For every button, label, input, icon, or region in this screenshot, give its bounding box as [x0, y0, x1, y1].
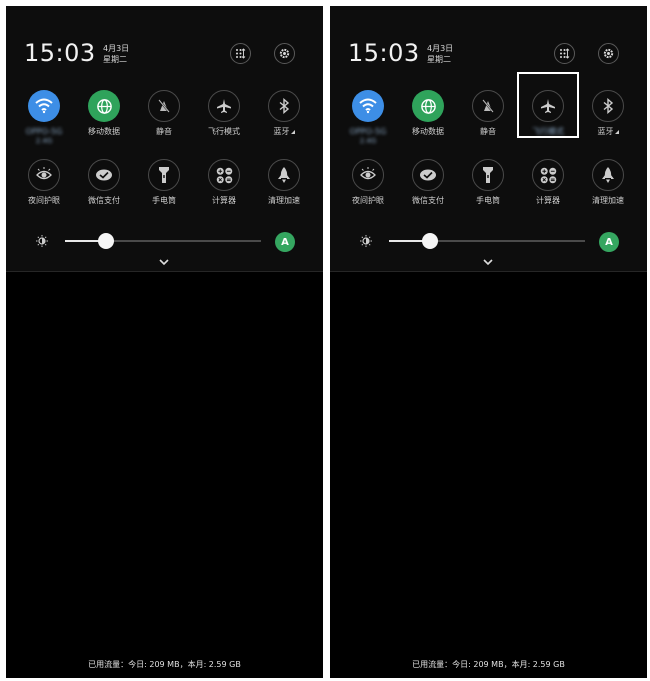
clock-time: 15:03 [24, 39, 96, 67]
wechat-pay-icon [96, 169, 112, 181]
tile-label-wifi: OPPO-5G [25, 127, 63, 136]
tile-wechat-pay[interactable]: 微信支付 [402, 159, 454, 206]
tile-sublabel-wifi: 2.4G [359, 137, 377, 145]
mute-icon [482, 99, 494, 113]
bluetooth-icon [279, 98, 290, 114]
tile-bluetooth[interactable]: 蓝牙 [258, 90, 310, 137]
date-text: 4月3日 [427, 44, 454, 53]
rocket-icon [602, 167, 614, 183]
tile-sublabel-wifi: 2.4G [35, 137, 53, 145]
brightness-slider[interactable] [65, 233, 261, 249]
tile-label-airplane-mode: 飞行模式 [208, 127, 240, 136]
chevron-down-icon[interactable] [482, 258, 494, 266]
tile-cleanup[interactable]: 清理加速 [258, 159, 310, 206]
tile-bluetooth[interactable]: 蓝牙 [582, 90, 634, 137]
tile-label-cleanup: 清理加速 [268, 196, 300, 205]
gear-icon [279, 48, 290, 59]
tile-flashlight[interactable]: 手电筒 [138, 159, 190, 206]
brightness-icon [36, 235, 48, 247]
clock-time: 15:03 [348, 39, 420, 67]
brightness-slider-thumb[interactable] [98, 233, 115, 249]
date-text: 4月3日 [103, 44, 130, 53]
notification-shade: 15:03 4月3日 星期二 OPPO-5G 2.4G 移动数据 静音 飞行模式… [6, 6, 323, 272]
tile-mute[interactable]: 静音 [138, 90, 190, 137]
tile-label-wechat-pay: 微信支付 [88, 196, 120, 205]
tile-label-calculator: 计算器 [212, 196, 236, 205]
tile-label-mute: 静音 [156, 127, 172, 136]
tile-label-night-eye: 夜间护眼 [28, 196, 60, 205]
tile-label-mobile-data: 移动数据 [88, 127, 120, 136]
tile-mute[interactable]: 静音 [462, 90, 514, 137]
auto-brightness-button[interactable]: A [599, 232, 619, 252]
notification-shade: 15:03 4月3日 星期二 OPPO-5G 2.4G 移动数据 静音 飞行模式… [330, 6, 647, 272]
settings-button[interactable] [274, 43, 295, 64]
phone-screenshot-right: 15:03 4月3日 星期二 OPPO-5G 2.4G 移动数据 静音 飞行模式… [330, 6, 647, 678]
wifi-icon [359, 98, 377, 114]
date-block: 4月3日 星期二 [427, 43, 453, 65]
grid-edit-icon [236, 48, 246, 59]
tile-wifi[interactable]: OPPO-5G 2.4G [342, 90, 394, 146]
wifi-icon [35, 98, 53, 114]
tile-cleanup[interactable]: 清理加速 [582, 159, 634, 206]
tile-night-eye[interactable]: 夜间护眼 [18, 159, 70, 206]
tile-label-mobile-data: 移动数据 [412, 127, 444, 136]
tile-flashlight[interactable]: 手电筒 [462, 159, 514, 206]
tile-wechat-pay[interactable]: 微信支付 [78, 159, 130, 206]
rocket-icon [278, 167, 290, 183]
phone-screenshot-left: 15:03 4月3日 星期二 OPPO-5G 2.4G 移动数据 静音 飞行模式… [6, 6, 323, 678]
globe-icon [96, 98, 112, 114]
tile-label-flashlight: 手电筒 [476, 196, 500, 205]
brightness-slider[interactable] [389, 233, 585, 249]
brightness-slider-thumb[interactable] [422, 233, 439, 249]
tile-calculator[interactable]: 计算器 [522, 159, 574, 206]
mute-icon [158, 99, 170, 113]
flashlight-icon [483, 167, 493, 183]
tile-label-mute: 静音 [480, 127, 496, 136]
tile-label-cleanup: 清理加速 [592, 196, 624, 205]
edit-tiles-button[interactable] [554, 43, 575, 64]
date-block: 4月3日 星期二 [103, 43, 129, 65]
brightness-icon [360, 235, 372, 247]
tile-label-wifi: OPPO-5G [349, 127, 387, 136]
chevron-down-icon[interactable] [158, 258, 170, 266]
flashlight-icon [159, 167, 169, 183]
data-usage-footer: 已用流量：今日: 209 MB，本月: 2.59 GB [88, 660, 241, 669]
tile-mobile-data[interactable]: 移动数据 [78, 90, 130, 137]
airplane-mode-highlight-box [517, 72, 579, 138]
weekday-text: 星期二 [103, 55, 127, 64]
tile-mobile-data[interactable]: 移动数据 [402, 90, 454, 137]
tile-calculator[interactable]: 计算器 [198, 159, 250, 206]
expand-caret-icon [614, 130, 619, 134]
calculator-icon [540, 167, 556, 183]
tile-label-calculator: 计算器 [536, 196, 560, 205]
auto-brightness-button[interactable]: A [275, 232, 295, 252]
bluetooth-icon [603, 98, 614, 114]
airplane-icon [217, 99, 231, 113]
expand-caret-icon [290, 130, 295, 134]
gear-icon [603, 48, 614, 59]
grid-edit-icon [560, 48, 570, 59]
tile-airplane-mode[interactable]: 飞行模式 [198, 90, 250, 137]
wechat-pay-icon [420, 169, 436, 181]
edit-tiles-button[interactable] [230, 43, 251, 64]
tile-label-flashlight: 手电筒 [152, 196, 176, 205]
tile-label-bluetooth: 蓝牙 [258, 127, 310, 137]
tile-label-bluetooth: 蓝牙 [582, 127, 634, 137]
calculator-icon [216, 167, 232, 183]
night-eye-icon [360, 167, 376, 180]
tile-label-night-eye: 夜间护眼 [352, 196, 384, 205]
settings-button[interactable] [598, 43, 619, 64]
night-eye-icon [36, 167, 52, 180]
globe-icon [420, 98, 436, 114]
tile-night-eye[interactable]: 夜间护眼 [342, 159, 394, 206]
data-usage-footer: 已用流量：今日: 209 MB，本月: 2.59 GB [412, 660, 565, 669]
tile-wifi[interactable]: OPPO-5G 2.4G [18, 90, 70, 146]
tile-label-wechat-pay: 微信支付 [412, 196, 444, 205]
weekday-text: 星期二 [427, 55, 451, 64]
